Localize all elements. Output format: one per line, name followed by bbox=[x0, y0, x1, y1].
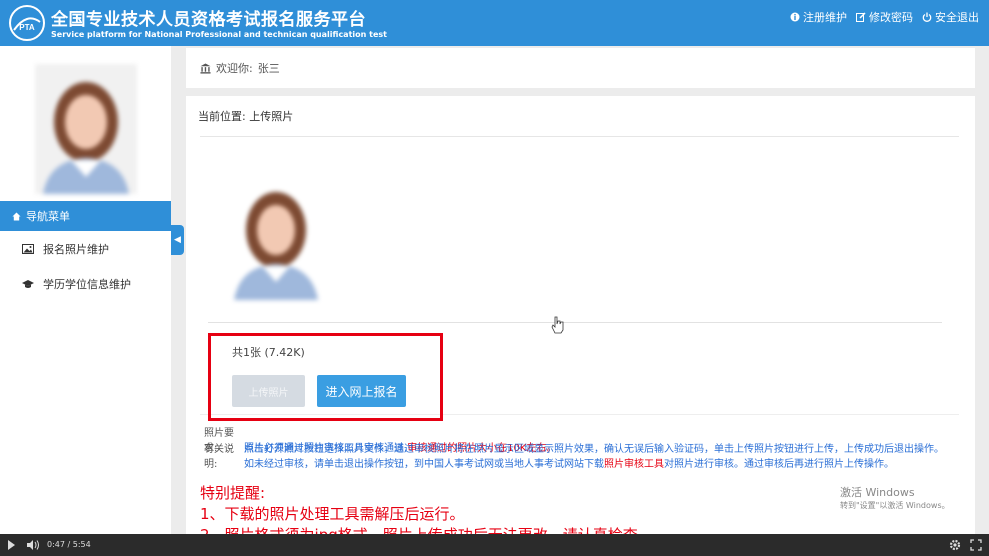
graduation-cap-icon bbox=[22, 280, 34, 288]
image-icon bbox=[22, 244, 34, 254]
sidebar-item-label: 报名照片维护 bbox=[43, 243, 109, 256]
user-name: 张三 bbox=[257, 62, 280, 75]
instructions-text: 点击打开照片按钮选择照片文件，通过审核照片将在照片显示区域显示照片效果，确认无误… bbox=[244, 442, 944, 472]
instructions-part2: 对照片进行审核。通过审核后再进行照片上传操作。 bbox=[664, 459, 894, 470]
special-reminder-title: 特别提醒: bbox=[200, 484, 266, 502]
power-icon bbox=[922, 12, 932, 22]
user-avatar bbox=[35, 64, 137, 194]
breadcrumb-divider bbox=[200, 136, 959, 137]
gear-icon[interactable] bbox=[949, 539, 961, 551]
edit-icon bbox=[856, 12, 866, 22]
info-icon bbox=[790, 12, 800, 22]
instructions-label: 有关说明: bbox=[204, 444, 234, 470]
logo-text: PTA bbox=[19, 23, 35, 32]
register-maintain-label: 注册维护 bbox=[803, 11, 847, 24]
special-reminder-item-1: 1、下载的照片处理工具需解压后运行。 bbox=[200, 505, 465, 523]
change-password-link[interactable]: 修改密码 bbox=[856, 9, 913, 25]
register-maintain-link[interactable]: 注册维护 bbox=[790, 9, 847, 25]
upload-panel: 当前位置: 上传照片 共1张 (7.42K) 上传照片 进入网上报名 照片要求:… bbox=[186, 96, 975, 544]
highlight-box bbox=[208, 333, 443, 421]
top-header: PTA 全国专业技术人员资格考试报名服务平台 Service platform … bbox=[0, 0, 989, 46]
sidebar-item-photo[interactable]: 报名照片维护 bbox=[0, 233, 171, 265]
home-icon bbox=[12, 211, 21, 221]
chevron-left-icon: ◀ bbox=[174, 235, 181, 245]
site-title: 全国专业技术人员资格考试报名服务平台 bbox=[51, 10, 366, 30]
breadcrumb: 当前位置: 上传照片 bbox=[198, 110, 294, 123]
sidebar: 导航菜单 报名照片维护 学历学位信息维护 bbox=[0, 46, 171, 534]
welcome-bar: 欢迎你: 张三 bbox=[186, 48, 975, 88]
hand-cursor-icon bbox=[551, 316, 564, 334]
sidebar-item-label: 学历学位信息维护 bbox=[43, 278, 131, 291]
top-links: 注册维护 修改密码 安全退出 bbox=[790, 9, 979, 25]
photo-audit-tool-link[interactable]: 照片审核工具 bbox=[604, 459, 664, 470]
sidebar-item-education[interactable]: 学历学位信息维护 bbox=[0, 268, 171, 300]
logout-label: 安全退出 bbox=[935, 11, 979, 24]
logout-link[interactable]: 安全退出 bbox=[922, 9, 979, 25]
bank-icon bbox=[200, 62, 211, 74]
change-password-label: 修改密码 bbox=[869, 11, 913, 24]
watermark-line-1: 激活 Windows bbox=[840, 486, 915, 499]
site-subtitle: Service platform for National Profession… bbox=[51, 30, 387, 39]
pta-logo: PTA bbox=[9, 5, 45, 41]
nav-menu-label: 导航菜单 bbox=[26, 210, 70, 223]
fullscreen-icon[interactable] bbox=[970, 539, 982, 551]
video-time: 0:47 / 5:54 bbox=[47, 540, 91, 549]
play-icon[interactable] bbox=[8, 540, 15, 550]
instructions: 有关说明: 点击打开照片按钮选择照片文件，通过审核照片将在照片显示区域显示照片效… bbox=[204, 442, 944, 472]
sidebar-collapse-toggle[interactable]: ◀ bbox=[171, 225, 184, 255]
welcome-label: 欢迎你: bbox=[216, 62, 253, 75]
video-control-bar: 0:47 / 5:54 bbox=[0, 534, 989, 556]
photo-divider bbox=[208, 322, 942, 323]
nav-menu-header: 导航菜单 bbox=[0, 201, 171, 231]
volume-icon[interactable] bbox=[26, 539, 40, 551]
watermark-line-2: 转到"设置"以激活 Windows。 bbox=[840, 501, 950, 510]
windows-activation-watermark: 激活 Windows 转到"设置"以激活 Windows。 bbox=[840, 486, 950, 512]
uploaded-photo bbox=[228, 176, 324, 300]
